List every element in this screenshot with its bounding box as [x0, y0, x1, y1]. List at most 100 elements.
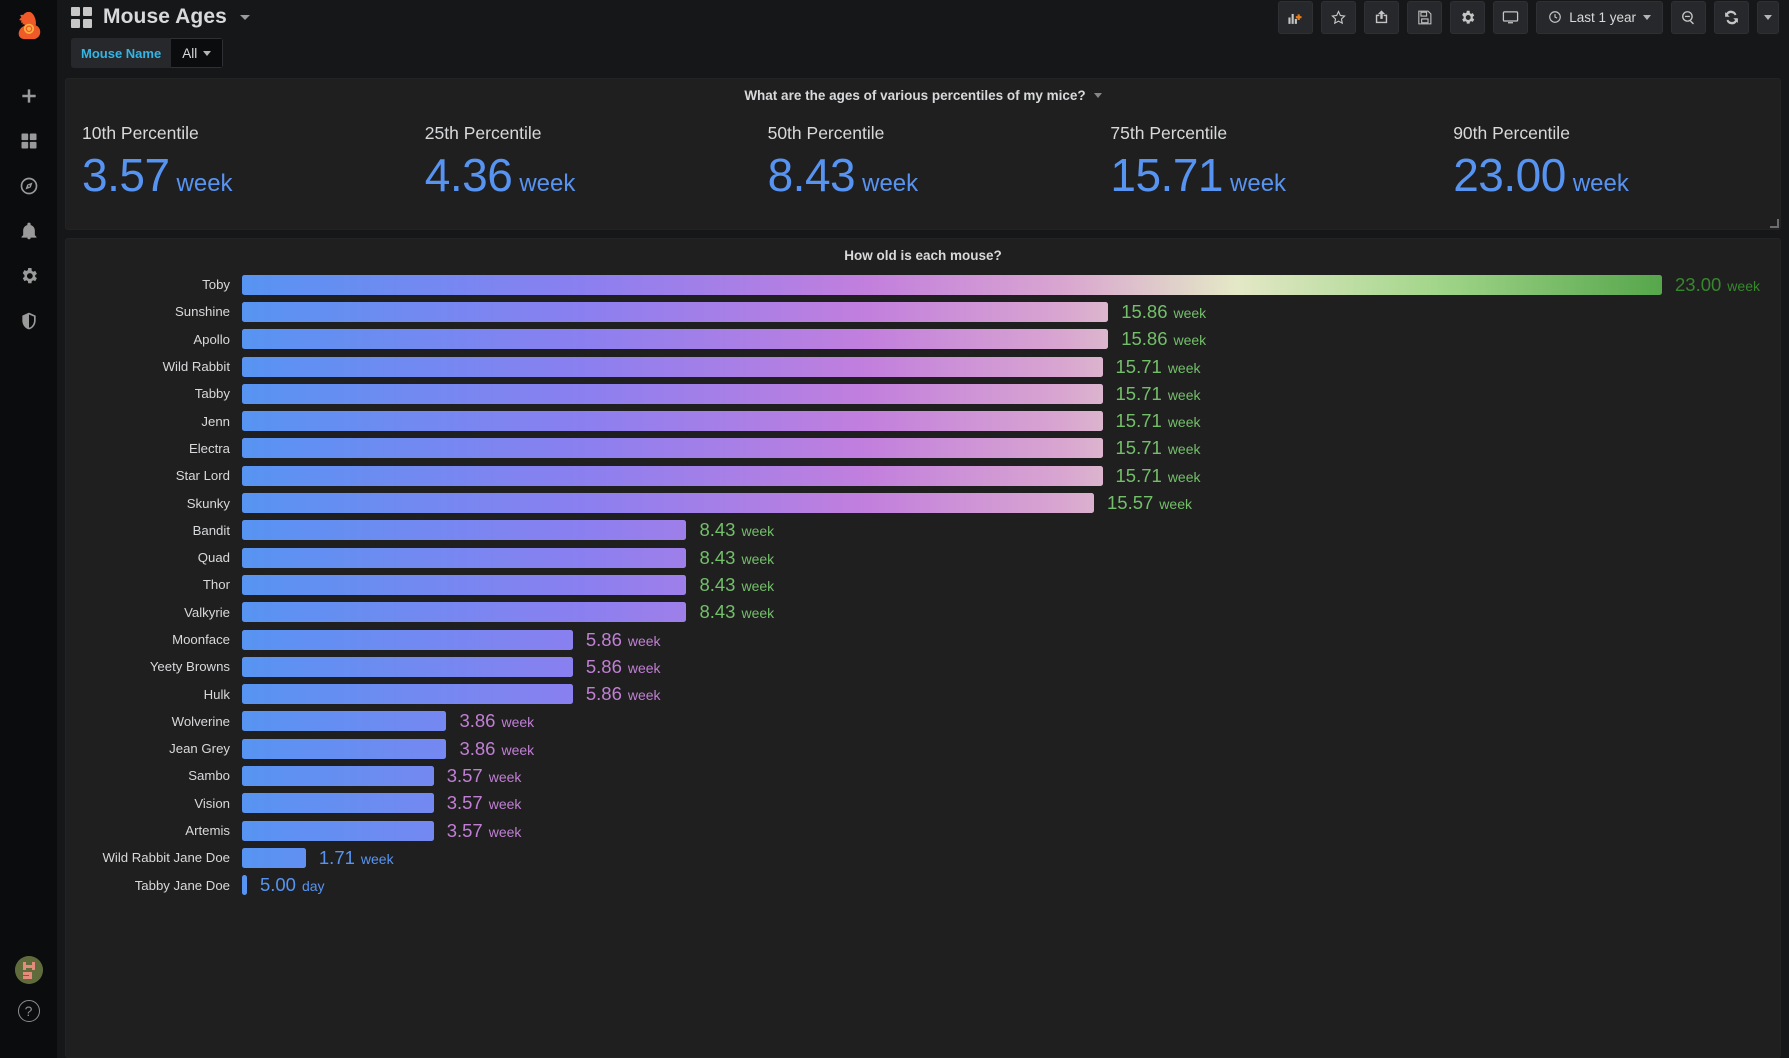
bar-track: 5.86 week	[242, 626, 1780, 653]
stat-value: 3.57	[82, 148, 170, 201]
gear-icon	[1462, 10, 1475, 24]
share-dashboard-button[interactable]	[1364, 0, 1400, 34]
bar-value-unit: week	[1167, 468, 1201, 485]
dashboard-title-group[interactable]: Mouse Ages	[71, 5, 250, 29]
bar-fill	[242, 684, 573, 705]
stat-value: 15.71	[1110, 148, 1224, 201]
avatar[interactable]	[14, 956, 43, 984]
bar-gauge-row: Skunky 15.57 week	[66, 489, 1780, 516]
bar-value-number: 15.71	[1115, 355, 1162, 377]
refresh-dashboard-button[interactable]	[1714, 0, 1749, 34]
dashboard-settings-button[interactable]	[1450, 0, 1486, 34]
bar-value: 3.57 week	[447, 820, 522, 842]
save-dashboard-button[interactable]	[1407, 0, 1443, 34]
bar-value: 15.86 week	[1121, 328, 1206, 350]
stat-cell: 75th Percentile 15.71 week	[1094, 110, 1437, 214]
bar-gauge-row: Sunshine 15.86 week	[66, 298, 1780, 325]
bar-value: 3.57 week	[447, 792, 522, 814]
bar-label: Tabby	[194, 386, 230, 402]
bar-value-unit: week	[741, 550, 775, 567]
grafana-logo[interactable]	[0, 0, 57, 50]
bar-value: 3.86 week	[459, 710, 534, 732]
bar-value-unit: week	[741, 577, 775, 594]
bar-value: 8.43 week	[699, 547, 774, 569]
bar-value: 15.86 week	[1121, 301, 1206, 323]
sidebar-item-server-admin[interactable]	[0, 298, 57, 343]
zoom-out-time-button[interactable]	[1671, 0, 1706, 34]
share-icon	[1376, 9, 1388, 23]
stat-unit: week	[1230, 169, 1287, 197]
bar-track: 15.71 week	[242, 353, 1780, 380]
bar-fill	[242, 820, 434, 841]
chevron-down-icon[interactable]	[239, 14, 250, 20]
stat-cell: 50th Percentile 8.43 week	[752, 110, 1095, 214]
bar-fill	[242, 411, 1103, 432]
bar-value-number: 8.43	[699, 519, 736, 541]
sidebar-item-create[interactable]	[0, 73, 57, 118]
bar-value-unit: week	[1159, 496, 1192, 513]
bar-label: Moonface	[172, 632, 230, 647]
mark-favorite-button[interactable]	[1321, 0, 1357, 34]
stat-value-line: 8.43 week	[768, 148, 1095, 202]
panel-header[interactable]: What are the ages of various percentiles…	[66, 79, 1780, 104]
refresh-interval-dropdown[interactable]	[1757, 0, 1779, 34]
sidebar-item-configuration[interactable]	[0, 253, 57, 298]
kiosk-mode-button[interactable]	[1493, 0, 1529, 34]
top-navbar: Mouse Ages Last 1 year	[57, 0, 1789, 34]
bar-fill	[242, 656, 573, 677]
bar-fill	[242, 875, 247, 896]
time-range-picker[interactable]: Last 1 year	[1536, 0, 1663, 34]
bar-value: 3.57 week	[447, 765, 522, 787]
bar-track: 3.86 week	[242, 735, 1780, 762]
bar-value-number: 8.43	[699, 546, 736, 568]
bar-value: 5.86 week	[586, 683, 661, 705]
bar-fill	[242, 356, 1103, 377]
bar-gauge-row: Sambo 3.57 week	[66, 762, 1780, 789]
bar-fill	[242, 301, 1109, 322]
navbar-actions: Last 1 year	[1278, 0, 1779, 34]
bar-label: Vision	[194, 795, 230, 811]
sidebar-item-explore[interactable]	[0, 163, 57, 208]
bar-value-unit: week	[488, 796, 522, 813]
add-panel-button[interactable]	[1278, 0, 1314, 34]
server-admin-shield-icon	[21, 312, 36, 329]
bar-label: Electra	[188, 440, 230, 456]
bar-track: 8.43 week	[242, 571, 1780, 598]
bar-label: Sambo	[188, 768, 230, 784]
sidebar-item-dashboards[interactable]	[0, 118, 57, 163]
bar-track: 5.86 week	[242, 680, 1780, 707]
bar-value-unit: week	[360, 850, 394, 867]
variable-value-dropdown[interactable]: All	[171, 38, 224, 68]
bar-value-number: 8.43	[699, 601, 736, 623]
bar-value-unit: week	[1167, 386, 1201, 403]
bar-gauge-row: Hulk 5.86 week	[66, 680, 1780, 707]
bar-value-unit: week	[488, 823, 522, 840]
stat-label: 75th Percentile	[1110, 122, 1228, 143]
bar-label: Quad	[197, 550, 230, 566]
bar-gauge-row: Electra 15.71 week	[66, 435, 1780, 462]
bar-value-unit: week	[501, 741, 535, 758]
stat-value-line: 3.57 week	[82, 148, 409, 202]
bar-value-number: 3.57	[446, 819, 483, 841]
bar-value-unit: week	[1167, 441, 1201, 458]
stat-label: 50th Percentile	[767, 122, 885, 143]
stat-unit: week	[519, 169, 576, 197]
stat-value-line: 15.71 week	[1110, 148, 1437, 202]
bar-value-unit: week	[1173, 332, 1207, 349]
bar-label: Toby	[202, 277, 230, 293]
sidebar-nav	[0, 73, 57, 343]
bar-gauge-row: Wolverine 3.86 week	[66, 708, 1780, 735]
bar-track: 23.00 week	[242, 271, 1780, 298]
bar-track: 3.57 week	[242, 762, 1780, 789]
stat-value: 23.00	[1453, 148, 1566, 201]
help-icon[interactable]: ?	[17, 1000, 40, 1022]
bar-track: 15.71 week	[242, 435, 1780, 462]
bar-label: Yeety Browns	[149, 659, 230, 675]
panel-header[interactable]: How old is each mouse?	[66, 239, 1780, 264]
bar-fill	[242, 465, 1103, 486]
bar-track: 5.86 week	[242, 653, 1780, 680]
panel-resize-handle[interactable]	[1770, 219, 1779, 228]
chevron-down-icon[interactable]	[1093, 92, 1102, 98]
stat-unit: week	[1572, 169, 1629, 197]
sidebar-item-alerting[interactable]	[0, 208, 57, 253]
